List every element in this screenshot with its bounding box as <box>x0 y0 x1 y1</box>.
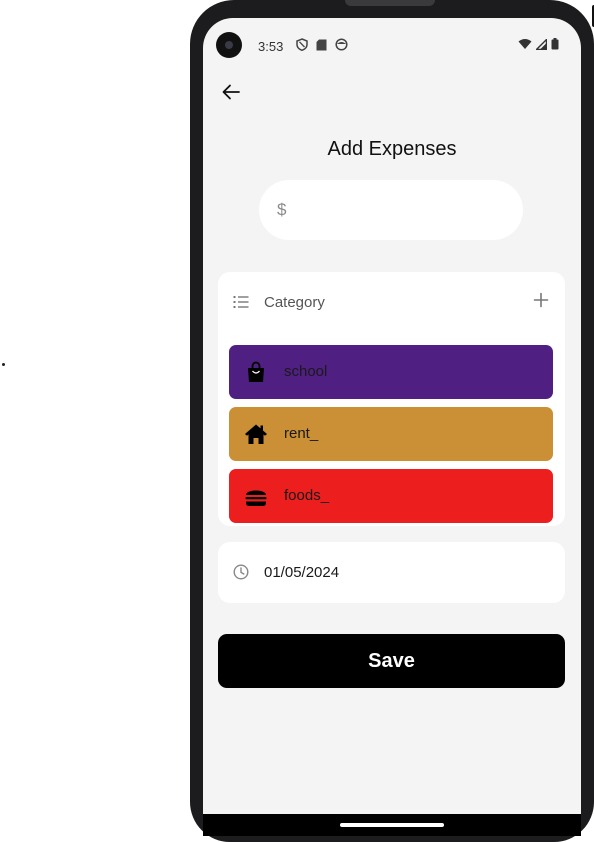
category-header[interactable]: Category <box>218 272 565 334</box>
home-indicator[interactable] <box>340 823 444 827</box>
sd-card-icon <box>316 39 327 50</box>
phone-frame: 3:53 Add Expenses $ Category school rent… <box>190 0 594 842</box>
front-camera <box>216 32 242 58</box>
amount-input[interactable]: $ <box>259 180 523 240</box>
category-item-rent[interactable]: rent_ <box>229 407 553 461</box>
list-icon <box>233 296 249 308</box>
phone-speaker <box>345 0 435 6</box>
wifi-icon <box>518 39 532 49</box>
arrow-back-icon <box>222 84 240 100</box>
signal-icon <box>536 38 547 50</box>
category-card: Category school rent_ foods_ <box>218 272 565 526</box>
add-category-button[interactable] <box>533 292 549 308</box>
category-item-label: school <box>284 363 328 380</box>
clock-icon <box>233 564 249 580</box>
battery-icon <box>551 38 559 50</box>
shield-icon <box>296 38 308 51</box>
category-item-label: foods_ <box>284 487 330 504</box>
shopping-bag-icon <box>248 361 264 382</box>
category-label: Category <box>264 294 325 311</box>
status-time: 3:53 <box>258 39 284 54</box>
category-item-label: rent_ <box>284 425 319 442</box>
save-button[interactable]: Save <box>218 634 565 688</box>
face-icon <box>335 38 348 51</box>
dollar-prefix: $ <box>277 200 287 219</box>
status-notification-icons <box>296 38 348 51</box>
status-system-icons <box>518 38 559 50</box>
house-icon <box>245 424 267 444</box>
burger-icon <box>245 490 267 506</box>
page-title: Add Expenses <box>327 138 457 160</box>
date-value: 01/05/2024 <box>264 564 340 581</box>
category-item-foods[interactable]: foods_ <box>229 469 553 523</box>
app-screen: 3:53 Add Expenses $ Category school rent… <box>203 18 581 814</box>
category-item-school[interactable]: school <box>229 345 553 399</box>
page-dot <box>2 363 5 366</box>
date-field[interactable]: 01/05/2024 <box>218 542 565 603</box>
back-button[interactable] <box>219 80 243 104</box>
